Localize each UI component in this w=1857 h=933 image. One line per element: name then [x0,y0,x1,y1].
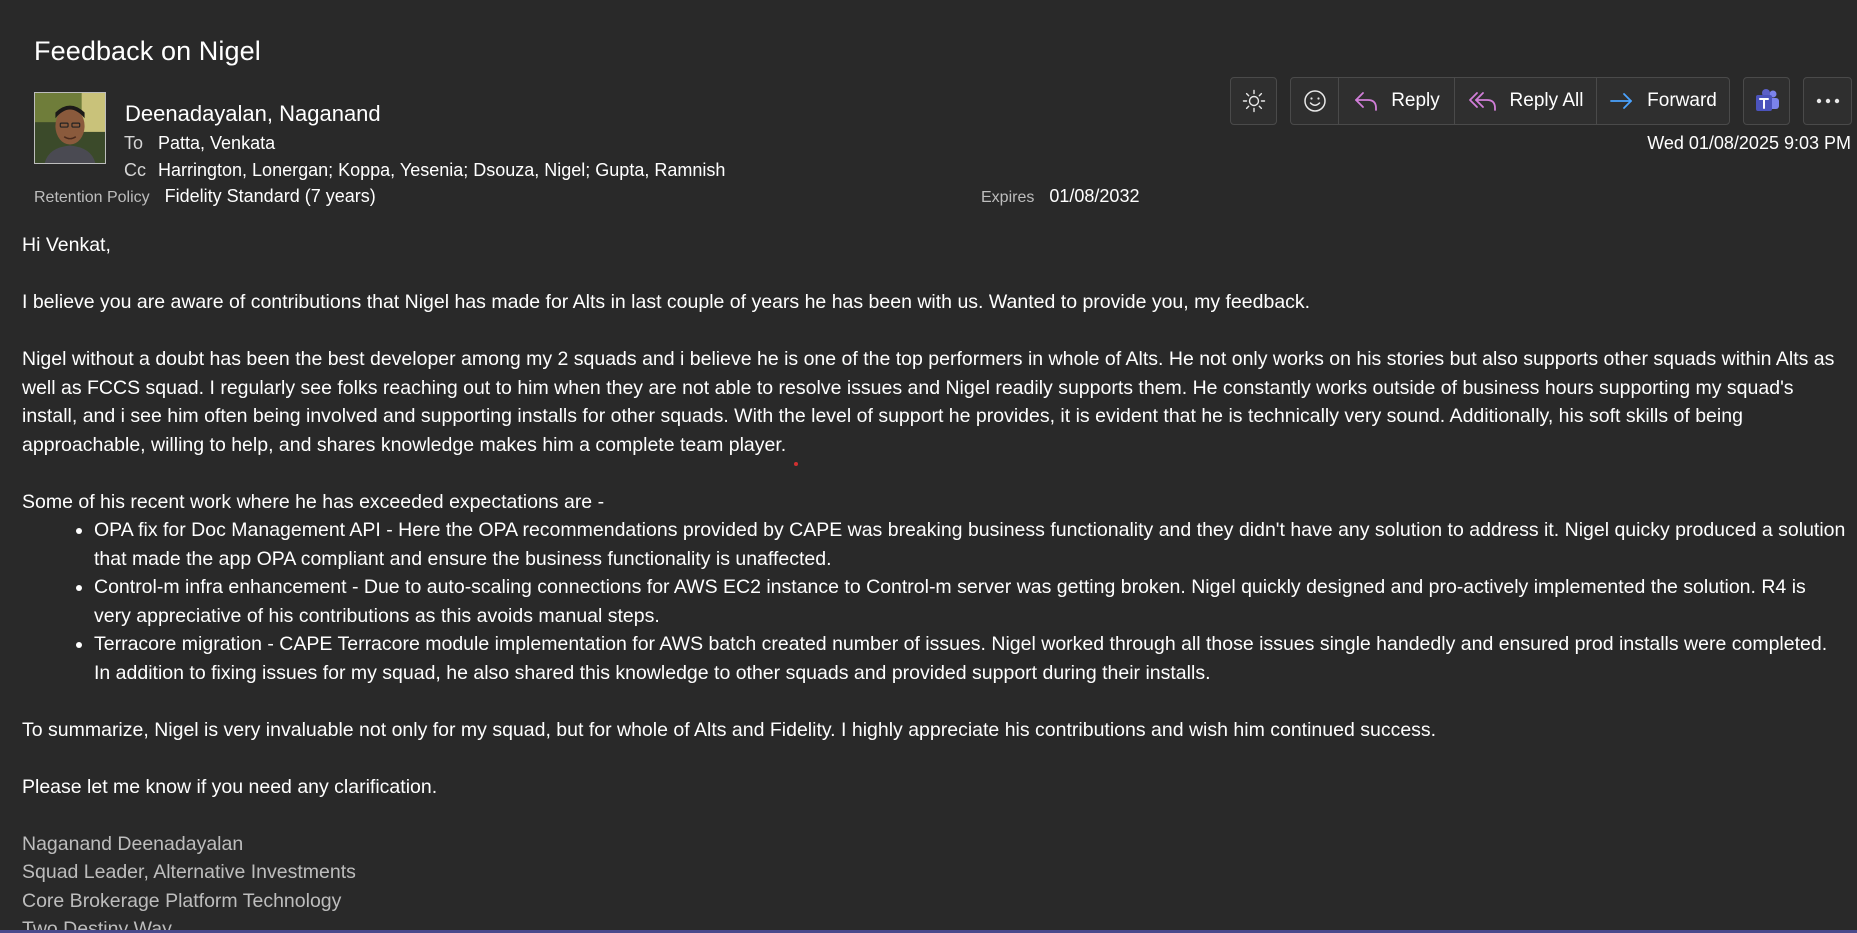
list-intro: Some of his recent work where he has exc… [22,490,605,513]
closing-paragraph: Please let me know if you need any clari… [22,775,438,798]
email-subject: Feedback on Nigel [34,36,261,66]
signature-line: Squad Leader, Alternative Investments [22,861,356,883]
reply-all-button[interactable]: Reply All [1455,78,1597,124]
reply-arrow-icon [1355,92,1378,111]
reply-all-arrow-icon [1468,92,1496,111]
body-paragraph-2: Nigel without a doubt has been the best … [22,348,1835,456]
achievements-list: OPA fix for Doc Management API - Here th… [22,516,1848,687]
emoji-reaction-button[interactable] [1291,78,1339,124]
retention-policy: Retention Policy Fidelity Standard (7 ye… [34,186,376,207]
to-row: To Patta, Venkata [124,133,275,154]
cursor-dot [794,462,798,466]
greeting: Hi Venkat, [22,234,111,256]
reading-pane: Feedback on Nigel Deenadayalan, Naganand… [0,0,1857,933]
cc-label: Cc [124,160,146,180]
retention-label: Retention Policy [34,189,150,206]
forward-arrow-icon [1610,93,1633,109]
more-ellipsis-icon [1816,98,1839,104]
cc-recipients[interactable]: Harrington, Lonergan; Koppa, Yesenia; Ds… [158,160,725,180]
more-actions-button[interactable] [1803,77,1852,125]
sent-date: Wed 01/08/2025 9:03 PM [1647,133,1851,153]
reply-all-label: Reply All [1509,90,1584,111]
message-toolbar: Reply Reply All Forward [0,77,1857,125]
cc-row: Cc Harrington, Lonergan; Koppa, Yesenia; … [124,160,725,181]
summary-paragraph: To summarize, Nigel is very invaluable n… [22,718,1437,741]
expires-value: 01/08/2032 [1049,186,1140,206]
smiley-icon [1303,90,1326,112]
list-item: Terracore migration - CAPE Terracore mod… [94,630,1848,687]
to-label: To [124,133,144,153]
retention-value: Fidelity Standard (7 years) [164,186,376,206]
expires-info: Expires 01/08/2032 [981,186,1139,207]
expires-label: Expires [981,189,1035,206]
signature-line: Naganand Deenadayalan [22,832,244,855]
list-item: Control-m infra enhancement - Due to aut… [94,573,1848,630]
to-recipients[interactable]: Patta, Venkata [158,133,275,153]
reply-label: Reply [1391,90,1440,111]
forward-label: Forward [1647,90,1717,111]
email-body: Hi Venkat, I believe you are aware of co… [22,231,1848,933]
forward-button[interactable]: Forward [1597,78,1729,124]
signature-block: Naganand Deenadayalan Squad Leader, Alte… [22,830,1848,933]
sun-icon [1242,89,1265,113]
signature-line: Core Brokerage Platform Technology [22,889,342,912]
body-paragraph-1: I believe you are aware of contributions… [22,291,1311,313]
response-button-group: Reply Reply All Forward [1290,77,1730,125]
reply-button[interactable]: Reply [1339,78,1455,124]
theme-toggle-button[interactable] [1230,77,1277,125]
teams-icon [1755,89,1779,111]
list-item: OPA fix for Doc Management API - Here th… [94,516,1848,573]
teams-share-button[interactable] [1743,77,1790,125]
